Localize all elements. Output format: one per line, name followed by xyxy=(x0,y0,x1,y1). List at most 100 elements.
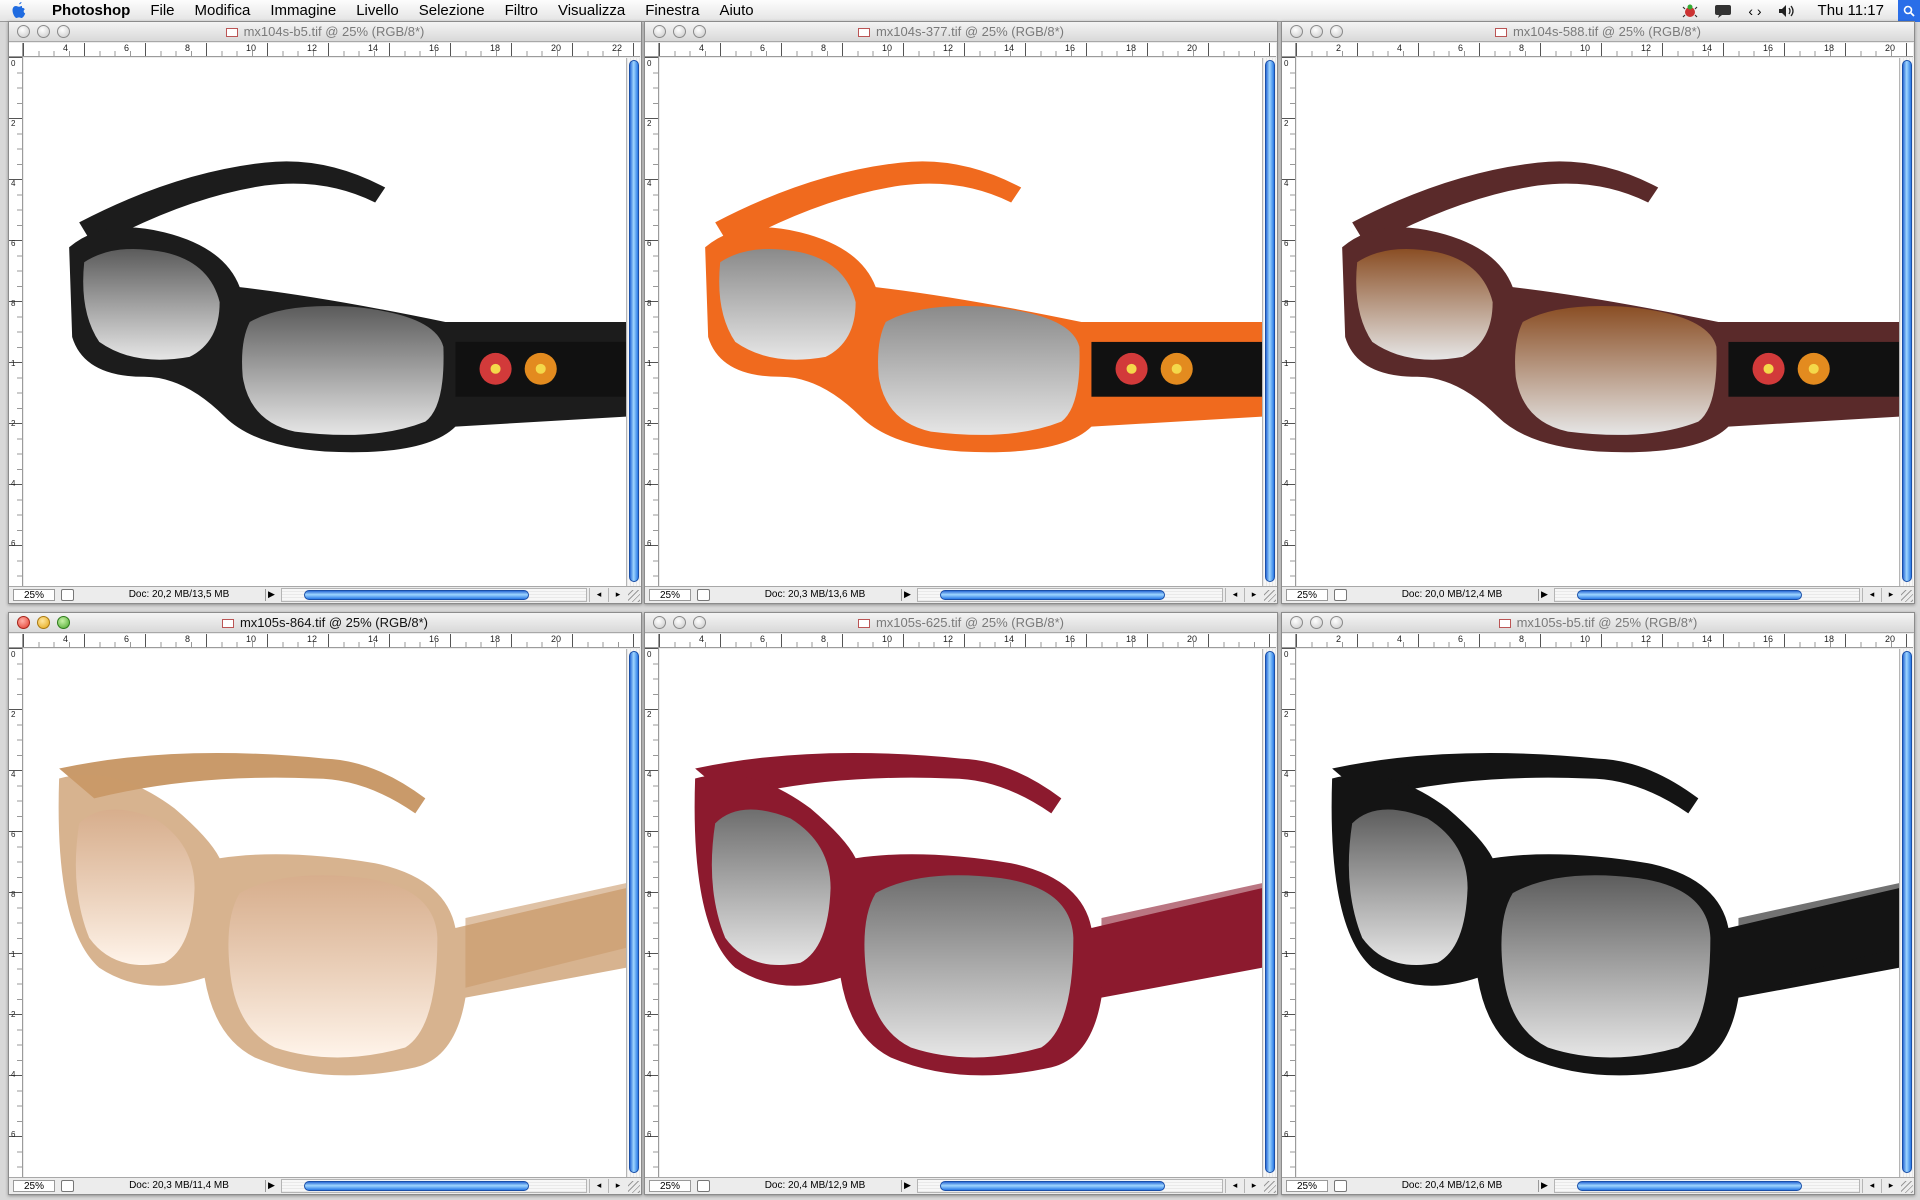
document-window-4[interactable]: mx105s-864.tif @ 25% (RGB/8*) 4 6 8 10 12 14 1… xyxy=(8,612,642,1195)
ruler-origin[interactable] xyxy=(9,634,23,648)
menu-finestra[interactable]: Finestra xyxy=(635,2,709,19)
scroll-right-arrow-icon[interactable]: ▸ xyxy=(1244,588,1263,602)
vertical-scrollbar[interactable] xyxy=(626,58,641,586)
info-icon[interactable] xyxy=(697,1180,710,1192)
resize-grip-icon[interactable] xyxy=(628,590,640,602)
menu-aiuto[interactable]: Aiuto xyxy=(709,2,763,19)
document-proxy-icon[interactable] xyxy=(857,28,870,37)
info-icon[interactable] xyxy=(697,589,710,601)
document-window-6[interactable]: mx105s-b5.tif @ 25% (RGB/8*) 2 4 6 8 10 12 14 1… xyxy=(1281,612,1915,1195)
menu-visualizza[interactable]: Visualizza xyxy=(548,2,635,19)
document-proxy-icon[interactable] xyxy=(1494,28,1507,37)
horizontal-scrollbar[interactable] xyxy=(281,588,587,602)
menu-selezione[interactable]: Selezione xyxy=(409,2,495,19)
image-canvas[interactable] xyxy=(660,649,1262,1177)
image-canvas[interactable] xyxy=(24,649,626,1177)
code-arrows-icon[interactable]: ‹ › xyxy=(1740,3,1769,19)
status-menu-arrow-icon[interactable]: ▶ xyxy=(1538,1180,1550,1192)
document-proxy-icon[interactable] xyxy=(1498,619,1511,628)
zoom-level-field[interactable]: 25% xyxy=(649,1180,691,1192)
status-menu-arrow-icon[interactable]: ▶ xyxy=(265,1180,277,1192)
document-proxy-icon[interactable] xyxy=(857,619,870,628)
document-window-5[interactable]: mx105s-625.tif @ 25% (RGB/8*) 4 6 8 10 12 14 1… xyxy=(644,612,1278,1195)
horizontal-scroll-thumb[interactable] xyxy=(304,1181,529,1191)
ruler-origin[interactable] xyxy=(1282,43,1296,57)
resize-grip-icon[interactable] xyxy=(1264,1181,1276,1193)
ruler-origin[interactable] xyxy=(9,43,23,57)
image-canvas[interactable] xyxy=(1297,58,1899,586)
horizontal-scrollbar[interactable] xyxy=(1554,1179,1860,1193)
horizontal-scrollbar[interactable] xyxy=(917,588,1223,602)
document-window-1[interactable]: mx104s-b5.tif @ 25% (RGB/8*) 4 6 8 10 12 14 16… xyxy=(8,21,642,604)
scroll-left-arrow-icon[interactable]: ◂ xyxy=(589,1179,608,1193)
menu-livello[interactable]: Livello xyxy=(346,2,409,19)
resize-grip-icon[interactable] xyxy=(1901,590,1913,602)
horizontal-scroll-thumb[interactable] xyxy=(1577,1181,1802,1191)
scroll-right-arrow-icon[interactable]: ▸ xyxy=(608,1179,627,1193)
window-titlebar[interactable]: mx105s-625.tif @ 25% (RGB/8*) xyxy=(645,613,1277,633)
window-titlebar[interactable]: mx104s-588.tif @ 25% (RGB/8*) xyxy=(1282,22,1914,42)
horizontal-scrollbar[interactable] xyxy=(1554,588,1860,602)
vertical-scroll-thumb[interactable] xyxy=(629,651,639,1173)
menubar-clock[interactable]: Thu 11:17 xyxy=(1804,2,1898,19)
resize-grip-icon[interactable] xyxy=(628,1181,640,1193)
scroll-left-arrow-icon[interactable]: ◂ xyxy=(1225,588,1244,602)
horizontal-scroll-thumb[interactable] xyxy=(1577,590,1802,600)
scroll-left-arrow-icon[interactable]: ◂ xyxy=(1225,1179,1244,1193)
vertical-scrollbar[interactable] xyxy=(1262,58,1277,586)
window-titlebar[interactable]: mx105s-864.tif @ 25% (RGB/8*) xyxy=(9,613,641,633)
zoom-level-field[interactable]: 25% xyxy=(1286,1180,1328,1192)
scroll-right-arrow-icon[interactable]: ▸ xyxy=(1244,1179,1263,1193)
horizontal-scrollbar[interactable] xyxy=(281,1179,587,1193)
chat-icon[interactable] xyxy=(1706,4,1740,18)
horizontal-scroll-thumb[interactable] xyxy=(940,1181,1165,1191)
scroll-right-arrow-icon[interactable]: ▸ xyxy=(608,588,627,602)
info-icon[interactable] xyxy=(61,589,74,601)
image-canvas[interactable] xyxy=(1297,649,1899,1177)
horizontal-scroll-thumb[interactable] xyxy=(940,590,1165,600)
scroll-left-arrow-icon[interactable]: ◂ xyxy=(1862,588,1881,602)
vertical-scroll-thumb[interactable] xyxy=(1902,651,1912,1173)
status-menu-arrow-icon[interactable]: ▶ xyxy=(1538,589,1550,601)
status-menu-arrow-icon[interactable]: ▶ xyxy=(901,1180,913,1192)
info-icon[interactable] xyxy=(61,1180,74,1192)
zoom-level-field[interactable]: 25% xyxy=(13,589,55,601)
ruler-origin[interactable] xyxy=(645,43,659,57)
scroll-right-arrow-icon[interactable]: ▸ xyxy=(1881,588,1900,602)
menu-immagine[interactable]: Immagine xyxy=(260,2,346,19)
scroll-left-arrow-icon[interactable]: ◂ xyxy=(1862,1179,1881,1193)
document-proxy-icon[interactable] xyxy=(225,28,238,37)
status-menu-arrow-icon[interactable]: ▶ xyxy=(901,589,913,601)
vertical-scrollbar[interactable] xyxy=(1899,58,1914,586)
vertical-scroll-thumb[interactable] xyxy=(1265,60,1275,582)
menu-file[interactable]: File xyxy=(140,2,184,19)
vertical-scrollbar[interactable] xyxy=(626,649,641,1177)
zoom-level-field[interactable]: 25% xyxy=(649,589,691,601)
spotlight-icon[interactable] xyxy=(1898,0,1920,22)
horizontal-scrollbar[interactable] xyxy=(917,1179,1223,1193)
document-window-3[interactable]: mx104s-588.tif @ 25% (RGB/8*) 2 4 6 8 10 12 14… xyxy=(1281,21,1915,604)
image-canvas[interactable] xyxy=(24,58,626,586)
window-titlebar[interactable]: mx104s-b5.tif @ 25% (RGB/8*) xyxy=(9,22,641,42)
menu-modifica[interactable]: Modifica xyxy=(185,2,261,19)
document-proxy-icon[interactable] xyxy=(221,619,234,628)
scroll-left-arrow-icon[interactable]: ◂ xyxy=(589,588,608,602)
window-titlebar[interactable]: mx105s-b5.tif @ 25% (RGB/8*) xyxy=(1282,613,1914,633)
ruler-origin[interactable] xyxy=(1282,634,1296,648)
document-window-2[interactable]: mx104s-377.tif @ 25% (RGB/8*) 4 6 8 10 12 14 1… xyxy=(644,21,1278,604)
window-titlebar[interactable]: mx104s-377.tif @ 25% (RGB/8*) xyxy=(645,22,1277,42)
vertical-scrollbar[interactable] xyxy=(1899,649,1914,1177)
bug-icon[interactable] xyxy=(1674,3,1706,19)
vertical-scroll-thumb[interactable] xyxy=(629,60,639,582)
resize-grip-icon[interactable] xyxy=(1264,590,1276,602)
vertical-scroll-thumb[interactable] xyxy=(1265,651,1275,1173)
zoom-level-field[interactable]: 25% xyxy=(1286,589,1328,601)
image-canvas[interactable] xyxy=(660,58,1262,586)
zoom-level-field[interactable]: 25% xyxy=(13,1180,55,1192)
ruler-origin[interactable] xyxy=(645,634,659,648)
apple-menu-icon[interactable] xyxy=(0,1,38,20)
info-icon[interactable] xyxy=(1334,1180,1347,1192)
resize-grip-icon[interactable] xyxy=(1901,1181,1913,1193)
menu-photoshop[interactable]: Photoshop xyxy=(38,2,140,19)
status-menu-arrow-icon[interactable]: ▶ xyxy=(265,589,277,601)
